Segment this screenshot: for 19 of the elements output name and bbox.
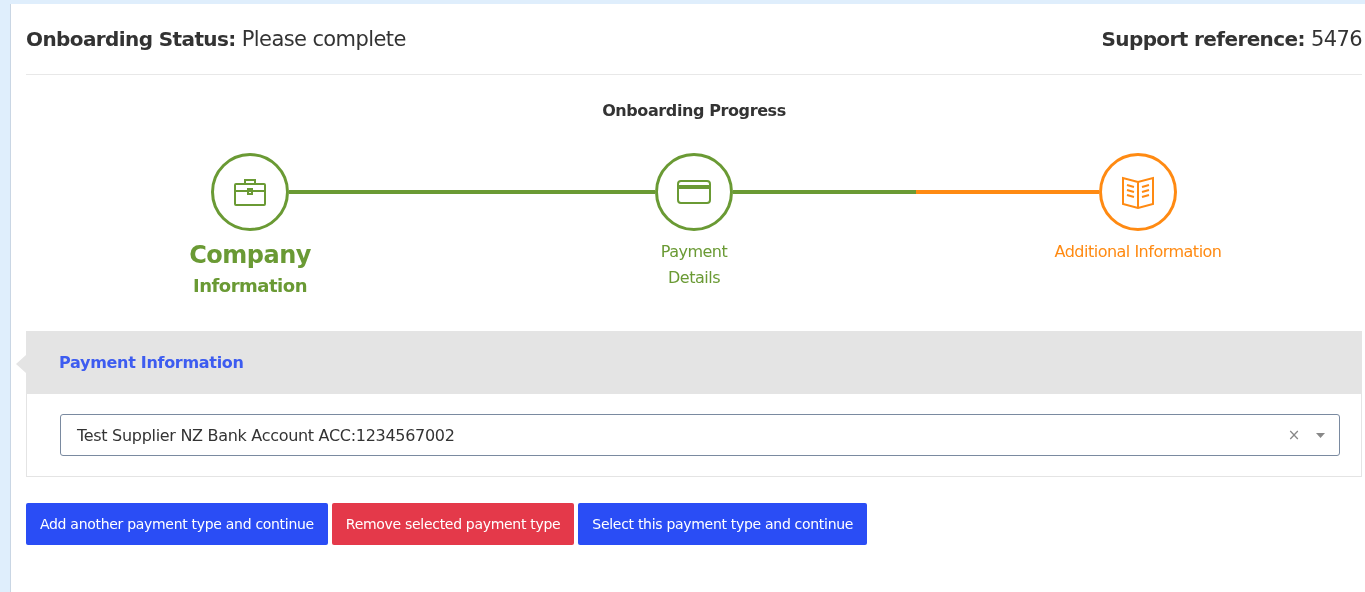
clear-button[interactable]: × xyxy=(1287,426,1300,444)
step-label: Payment xyxy=(660,241,728,263)
step-label: Information xyxy=(193,274,307,298)
action-button[interactable]: Remove selected payment type xyxy=(331,503,575,545)
action-button[interactable]: Add another payment type and continue xyxy=(26,503,328,545)
open-book-icon xyxy=(1120,175,1156,209)
onboarding-status: Onboarding Status: Please complete xyxy=(26,27,406,51)
step-label: Details xyxy=(668,267,720,289)
progress-title: Onboarding Progress xyxy=(601,101,787,121)
action-button[interactable]: Select this payment type and continue xyxy=(578,503,868,545)
caret-icon xyxy=(1316,432,1325,438)
step-label: Additional Information xyxy=(1054,241,1222,263)
support-reference: Support reference: 5476 xyxy=(1101,27,1362,51)
section-title: Payment Information xyxy=(59,353,244,372)
select-value: Test Supplier NZ Bank Account ACC:1234567002 xyxy=(77,425,455,445)
step-label: Company xyxy=(189,240,311,271)
payment-select[interactable]: Test Supplier NZ Bank Account ACC:1234567002 × xyxy=(60,414,1340,456)
credit-card-icon xyxy=(677,180,711,204)
briefcase-icon xyxy=(233,177,267,207)
